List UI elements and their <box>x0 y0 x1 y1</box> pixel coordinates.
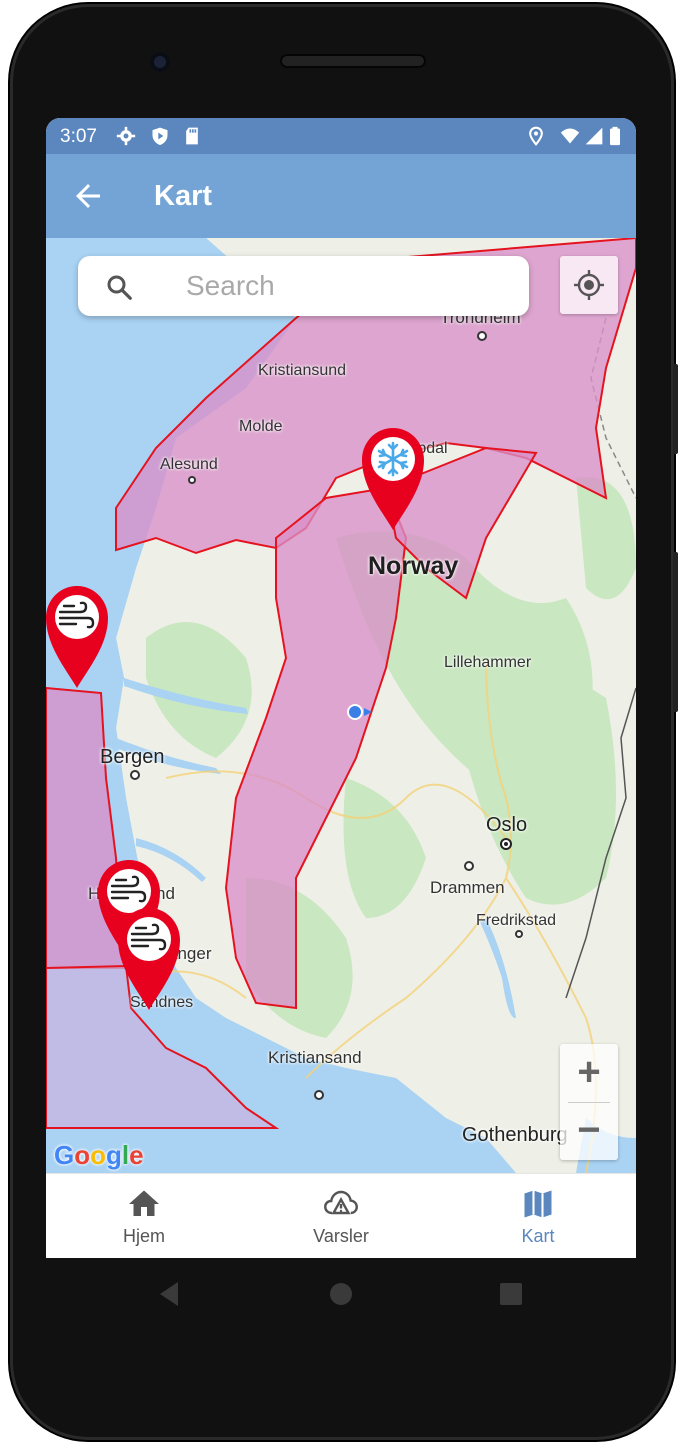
shield-play-icon <box>152 127 168 146</box>
google-logo: Google <box>54 1140 144 1171</box>
google-logo-letter: G <box>54 1140 75 1170</box>
warning-marker-wind-3[interactable] <box>116 906 182 1012</box>
map-label-lillehammer: Lillehammer <box>444 654 532 671</box>
nav-item-kart[interactable]: Kart <box>440 1174 636 1258</box>
google-logo-letter: g <box>106 1140 122 1170</box>
map-label-bergen: Bergen <box>100 746 165 768</box>
warning-marker-snow[interactable] <box>360 426 426 532</box>
search-bar <box>78 256 529 316</box>
front-camera <box>150 52 170 72</box>
map-label-kristiansand: Kristiansand <box>268 1048 362 1067</box>
status-bar: 3:07 <box>46 118 636 154</box>
location-icon <box>529 126 543 146</box>
search-icon <box>107 275 132 300</box>
search-input[interactable] <box>186 268 506 304</box>
nav-label-varsler: Varsler <box>313 1226 369 1246</box>
sd-card-icon <box>186 127 198 145</box>
status-time: 3:07 <box>60 126 97 147</box>
wifi-icon <box>560 128 580 144</box>
arrow-left-icon[interactable] <box>70 178 106 214</box>
nav-label-hjem: Hjem <box>122 1226 165 1246</box>
zoom-out-button[interactable]: − <box>560 1102 618 1160</box>
nav-item-hjem[interactable]: Hjem <box>46 1174 242 1258</box>
gear-icon <box>116 126 136 146</box>
back-triangle-icon[interactable] <box>156 1280 182 1308</box>
map-label-norway: Norway <box>368 552 459 580</box>
app-bar: Kart <box>46 154 636 238</box>
map-label-oslo: Oslo <box>486 814 528 836</box>
cloud-warning-icon <box>324 1190 358 1215</box>
map-label-alesund: Alesund <box>160 456 218 473</box>
home-icon <box>129 1190 159 1216</box>
map-label-molde: Molde <box>239 418 283 435</box>
zoom-controls: + − <box>560 1044 618 1160</box>
system-navigation-bar <box>46 1258 636 1328</box>
volume-button <box>673 552 678 712</box>
map-label-drammen: Drammen <box>430 878 505 897</box>
map-label-kristiansund: Kristiansund <box>258 362 347 379</box>
battery-icon <box>610 126 620 146</box>
map-icon <box>524 1190 552 1218</box>
map-view[interactable]: Trondheim Kristiansund Molde Alesund Opp… <box>46 238 636 1173</box>
recents-square-icon[interactable] <box>499 1282 523 1306</box>
my-location-button[interactable] <box>560 256 618 314</box>
user-location-dot <box>347 704 363 720</box>
google-logo-letter: o <box>90 1140 107 1170</box>
power-button <box>673 364 678 454</box>
zoom-in-button[interactable]: + <box>560 1044 618 1102</box>
earpiece-speaker <box>280 54 426 68</box>
map-label-fredrikstad: Fredrikstad <box>476 912 557 929</box>
signal-icon <box>585 127 603 145</box>
google-logo-letter: e <box>129 1140 144 1170</box>
page-title: Kart <box>154 180 213 212</box>
map-label-gothenburg: Gothenburg <box>462 1124 568 1146</box>
screen: 3:07 Kart Trondheim Kristiansund Molde A… <box>46 118 636 1258</box>
crosshair-icon <box>574 270 604 300</box>
google-logo-letter: o <box>74 1140 91 1170</box>
nav-item-varsler[interactable]: Varsler <box>243 1174 439 1258</box>
home-circle-icon[interactable] <box>328 1281 354 1307</box>
bottom-navigation: Hjem Varsler Kart <box>46 1173 636 1258</box>
warning-marker-wind-1[interactable] <box>46 584 110 690</box>
nav-label-kart: Kart <box>521 1226 555 1246</box>
